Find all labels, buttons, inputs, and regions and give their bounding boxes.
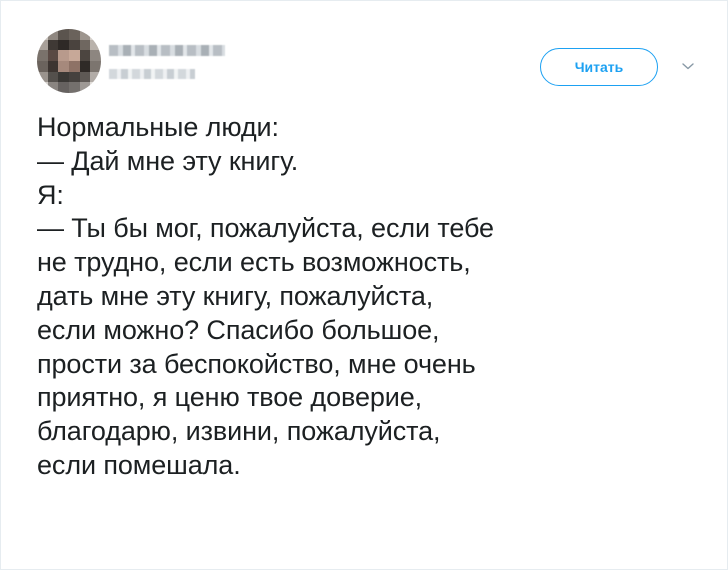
chevron-down-icon[interactable]: [681, 61, 695, 71]
avatar[interactable]: [37, 29, 101, 93]
tweet-card: Читать Нормальные люди: — Дай мне эту кн…: [0, 0, 728, 570]
tweet-text: Нормальные люди: — Дай мне эту книгу. Я:…: [37, 112, 494, 480]
author-handle-blurred[interactable]: [109, 69, 195, 79]
author-name-blurred[interactable]: [109, 45, 225, 56]
follow-button[interactable]: Читать: [540, 48, 658, 86]
